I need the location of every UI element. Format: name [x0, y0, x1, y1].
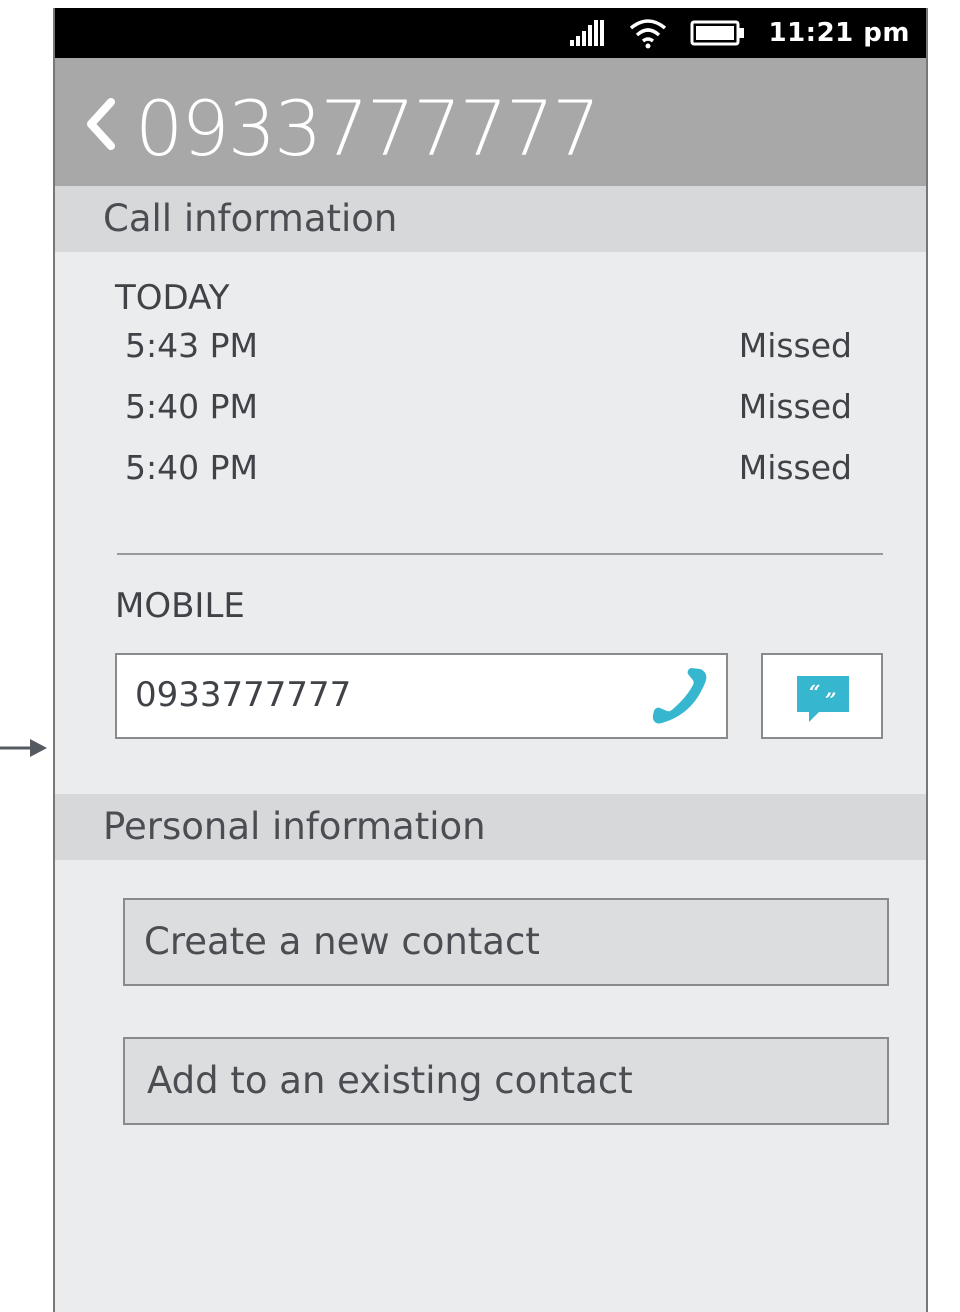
- call-log-row: 5:43 PM Missed: [125, 326, 852, 370]
- mobile-number: 0933777777: [135, 675, 352, 715]
- page-title: 0933777777: [135, 84, 601, 173]
- call-log-row: 5:40 PM Missed: [125, 387, 852, 431]
- status-icons: 11:21 pm: [568, 8, 910, 58]
- call-status: Missed: [738, 387, 852, 426]
- battery-icon: [690, 20, 745, 46]
- section-header-call-information: Call information: [55, 186, 926, 252]
- chevron-left-icon[interactable]: [81, 94, 121, 154]
- add-existing-contact-button[interactable]: Add to an existing contact: [123, 1037, 889, 1125]
- phone-screen: 11:21 pm 0933777777 Call information TOD…: [53, 8, 928, 1312]
- day-label: TODAY: [115, 278, 230, 318]
- signal-icon: [570, 20, 605, 46]
- status-bar: 11:21 pm: [55, 8, 926, 58]
- mobile-number-call-button[interactable]: 0933777777: [115, 653, 728, 739]
- call-log-row: 5:40 PM Missed: [125, 448, 852, 492]
- divider: [117, 553, 883, 555]
- wifi-icon: [630, 19, 667, 49]
- section-header-personal-information: Personal information: [55, 794, 926, 860]
- status-time: 11:21 pm: [768, 18, 910, 48]
- send-message-button[interactable]: “ ”: [761, 653, 883, 739]
- svg-text:“: “: [809, 680, 821, 704]
- call-status: Missed: [738, 448, 852, 487]
- pointer-arrow-icon: [0, 739, 47, 757]
- header: 0933777777: [55, 58, 926, 186]
- call-time: 5:40 PM: [125, 448, 258, 487]
- svg-text:”: ”: [825, 688, 837, 712]
- call-time: 5:40 PM: [125, 387, 258, 426]
- call-status: Missed: [738, 326, 852, 365]
- call-time: 5:43 PM: [125, 326, 258, 365]
- phone-icon: [652, 668, 707, 724]
- create-contact-button[interactable]: Create a new contact: [123, 898, 889, 986]
- message-quote-icon: “ ”: [797, 676, 849, 722]
- mobile-label: MOBILE: [115, 586, 245, 626]
